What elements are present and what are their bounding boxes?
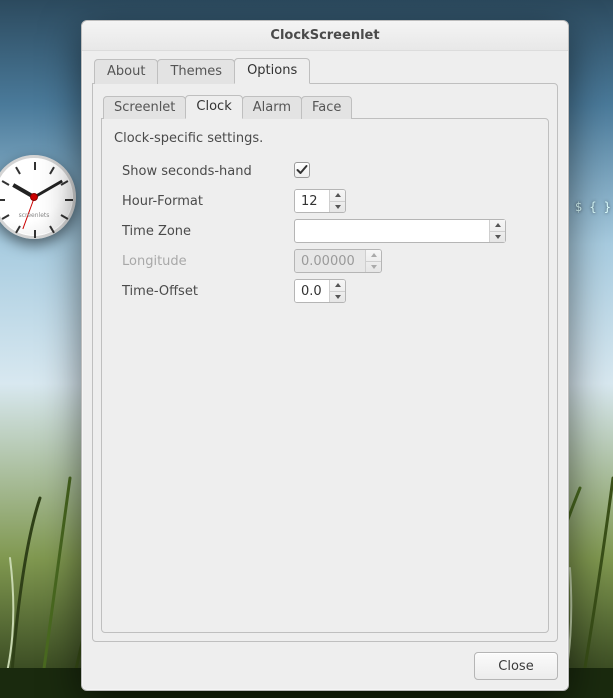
time-zone-combobox[interactable] <box>294 219 506 243</box>
tab-alarm[interactable]: Alarm <box>242 96 302 119</box>
time-zone-up-button[interactable] <box>490 220 505 231</box>
row-time-zone: Time Zone <box>114 216 536 246</box>
hour-format-input[interactable] <box>295 190 329 212</box>
window-title: ClockScreenlet <box>82 21 568 51</box>
row-hour-format: Hour-Format <box>114 186 536 216</box>
longitude-label: Longitude <box>114 254 294 269</box>
time-zone-label: Time Zone <box>114 224 294 239</box>
section-description: Clock-specific settings. <box>114 131 536 146</box>
tab-options[interactable]: Options <box>234 58 310 84</box>
close-button[interactable]: Close <box>474 652 558 680</box>
longitude-spin <box>294 249 382 273</box>
tab-clock-label: Clock <box>196 99 231 114</box>
row-time-offset: Time-Offset <box>114 276 536 306</box>
longitude-up-button <box>366 250 381 261</box>
chevron-up-icon <box>495 223 501 227</box>
hour-format-down-button[interactable] <box>330 201 345 213</box>
chevron-down-icon <box>335 205 341 209</box>
tab-about[interactable]: About <box>94 59 158 84</box>
chevron-up-icon <box>371 253 377 257</box>
tab-screenlet[interactable]: Screenlet <box>103 96 186 119</box>
show-seconds-checkbox[interactable] <box>294 162 310 178</box>
close-button-label: Close <box>498 659 533 674</box>
clock-brand-label: screenlets <box>0 212 73 219</box>
inner-tabframe: Clock-specific settings. Show seconds-ha… <box>101 118 549 633</box>
chevron-down-icon <box>495 235 501 239</box>
tab-options-label: Options <box>247 63 297 78</box>
tab-clock[interactable]: Clock <box>185 95 242 119</box>
time-zone-value <box>295 220 489 242</box>
inner-tabstrip: Screenlet Clock Alarm Face <box>103 94 549 118</box>
time-offset-spin[interactable] <box>294 279 346 303</box>
show-seconds-label: Show seconds-hand <box>114 164 294 179</box>
time-offset-up-button[interactable] <box>330 280 345 291</box>
longitude-input <box>295 250 365 272</box>
time-zone-down-button[interactable] <box>490 231 505 243</box>
outer-tabframe: Screenlet Clock Alarm Face Clock-specifi… <box>92 83 558 642</box>
tab-themes-label: Themes <box>170 64 222 79</box>
chevron-up-icon <box>335 283 341 287</box>
clockscreenlet-dialog: ClockScreenlet About Themes Options Scre… <box>81 20 569 691</box>
checkmark-icon <box>296 164 308 176</box>
chevron-up-icon <box>335 193 341 197</box>
time-offset-down-button[interactable] <box>330 291 345 303</box>
time-offset-label: Time-Offset <box>114 284 294 299</box>
row-longitude: Longitude <box>114 246 536 276</box>
hour-format-label: Hour-Format <box>114 194 294 209</box>
row-show-seconds: Show seconds-hand <box>114 156 536 186</box>
tab-themes[interactable]: Themes <box>157 59 235 84</box>
outer-tabstrip: About Themes Options <box>94 57 558 83</box>
chevron-down-icon <box>335 295 341 299</box>
tab-face-label: Face <box>312 100 341 115</box>
longitude-down-button <box>366 261 381 273</box>
tab-screenlet-label: Screenlet <box>114 100 175 115</box>
tab-about-label: About <box>107 64 145 79</box>
tab-face[interactable]: Face <box>301 96 352 119</box>
hour-format-up-button[interactable] <box>330 190 345 201</box>
terminal-prompt-hint: $ { } <box>575 200 611 214</box>
analog-clock-widget[interactable]: screenlets <box>0 155 82 245</box>
time-offset-input[interactable] <box>295 280 329 302</box>
tab-alarm-label: Alarm <box>253 100 291 115</box>
chevron-down-icon <box>371 265 377 269</box>
hour-format-spin[interactable] <box>294 189 346 213</box>
dialog-footer: Close <box>92 642 558 680</box>
